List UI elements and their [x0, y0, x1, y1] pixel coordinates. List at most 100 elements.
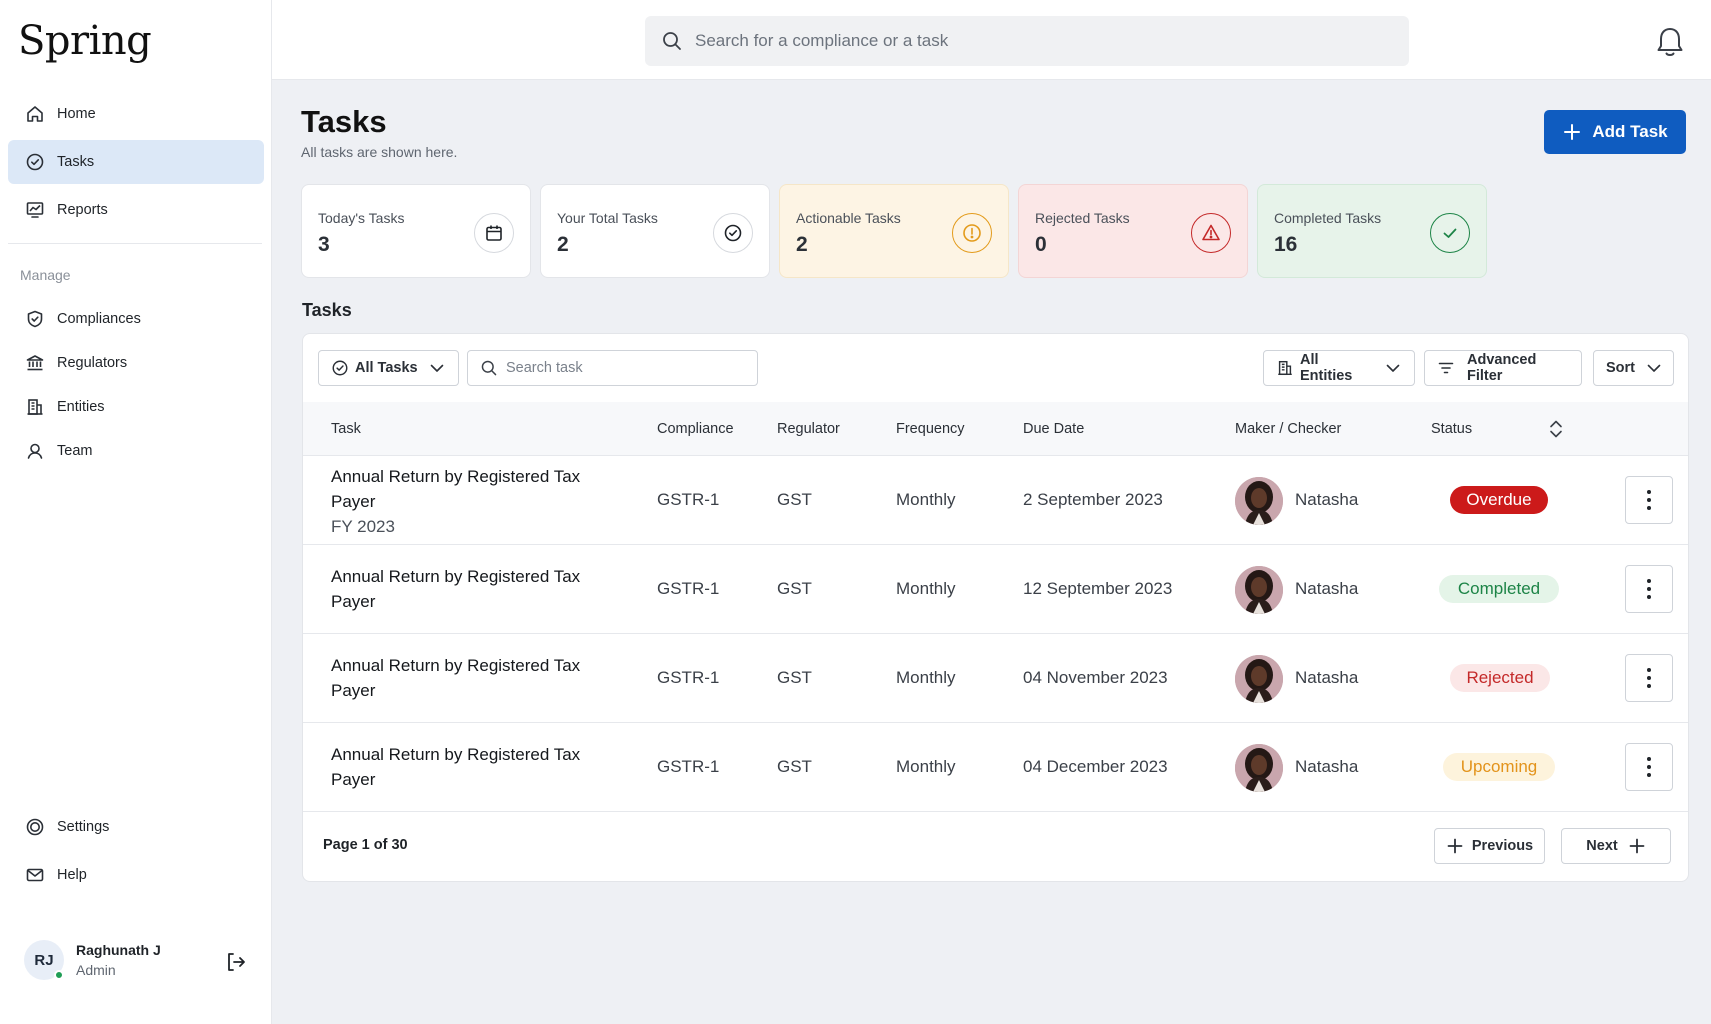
sidebar-item-settings[interactable]: Settings	[8, 805, 264, 849]
row-actions-button[interactable]	[1625, 654, 1673, 702]
stat-label: Rejected Tasks	[1035, 210, 1130, 226]
previous-page-button[interactable]: Previous	[1434, 828, 1545, 864]
sidebar-item-reports[interactable]: Reports	[8, 188, 264, 232]
sidebar-item-team[interactable]: Team	[8, 429, 264, 473]
compliance-cell: GSTR-1	[657, 579, 720, 598]
sidebar: Spring Home Tasks Reports Manage Complia…	[0, 0, 272, 1024]
frequency-cell: Monthly	[896, 490, 956, 509]
sidebar-item-tasks[interactable]: Tasks	[8, 140, 264, 184]
table-row[interactable]: Annual Return by Registered Tax Payer GS…	[303, 545, 1688, 634]
check-icon	[1430, 213, 1470, 253]
column-header-status[interactable]: Status	[1431, 421, 1472, 437]
all-entities-dropdown[interactable]: All Entities	[1263, 350, 1415, 386]
calendar-icon	[474, 213, 514, 253]
check-circle-icon	[713, 213, 753, 253]
user-profile: RJ Raghunath J Admin	[24, 940, 254, 984]
frequency-cell: Monthly	[896, 668, 956, 687]
page-title: Tasks	[301, 104, 387, 139]
column-header-task[interactable]: Task	[331, 421, 361, 437]
sidebar-item-entities[interactable]: Entities	[8, 385, 264, 429]
frequency-cell: Monthly	[896, 757, 956, 776]
sort-dropdown[interactable]: Sort	[1593, 350, 1674, 386]
compliance-cell: GSTR-1	[657, 757, 720, 776]
building-icon	[1276, 359, 1294, 377]
add-task-button[interactable]: Add Task	[1544, 110, 1686, 154]
more-vertical-icon	[1647, 757, 1651, 777]
advanced-filter-button[interactable]: Advanced Filter	[1424, 350, 1582, 386]
stat-card-total[interactable]: Your Total Tasks 2	[540, 184, 770, 278]
task-period: FY 2023	[331, 517, 395, 536]
stat-card-rejected[interactable]: Rejected Tasks 0	[1018, 184, 1248, 278]
next-label: Next	[1586, 838, 1618, 854]
sidebar-item-label: Team	[57, 443, 93, 459]
sidebar-item-label: Compliances	[57, 311, 141, 327]
sidebar-item-label: Tasks	[57, 154, 95, 170]
all-tasks-dropdown[interactable]: All Tasks	[318, 350, 459, 386]
task-title-line: Annual Return by Registered Tax	[331, 567, 581, 586]
column-header-frequency[interactable]: Frequency	[896, 421, 965, 437]
maker-name: Natasha	[1295, 490, 1359, 509]
task-search[interactable]	[467, 350, 758, 386]
chart-icon	[25, 200, 45, 220]
row-actions-button[interactable]	[1625, 743, 1673, 791]
chevron-down-icon	[1384, 359, 1402, 377]
stat-label: Completed Tasks	[1274, 210, 1382, 226]
task-title[interactable]: Annual Return by Registered Tax Payer	[331, 564, 621, 614]
avatar	[1235, 477, 1283, 525]
avatar	[1235, 744, 1283, 792]
tasks-section-title: Tasks	[302, 300, 352, 320]
sidebar-item-regulators[interactable]: Regulators	[8, 341, 264, 385]
column-header-due-date[interactable]: Due Date	[1023, 421, 1084, 437]
maker-name: Natasha	[1295, 668, 1359, 687]
logout-icon[interactable]	[224, 950, 248, 974]
bell-icon[interactable]	[1653, 24, 1687, 60]
pagination-info: Page 1 of 30	[323, 837, 408, 853]
sidebar-item-help[interactable]: Help	[8, 853, 264, 897]
sidebar-item-label: Home	[57, 106, 96, 122]
previous-label: Previous	[1471, 838, 1534, 854]
maker-name: Natasha	[1295, 579, 1359, 598]
frequency-cell: Monthly	[896, 579, 956, 598]
app-logo[interactable]: Spring	[18, 18, 152, 64]
task-title-line: Annual Return by Registered Tax	[331, 467, 581, 486]
shield-check-icon	[25, 309, 45, 329]
column-header-compliance[interactable]: Compliance	[657, 421, 734, 437]
stat-value: 2	[796, 233, 808, 256]
task-title[interactable]: Annual Return by Registered Tax Payer	[331, 742, 621, 792]
stat-value: 0	[1035, 233, 1047, 256]
compliance-cell: GSTR-1	[657, 668, 720, 687]
column-header-regulator[interactable]: Regulator	[777, 421, 840, 437]
stat-card-actionable[interactable]: Actionable Tasks 2	[779, 184, 1009, 278]
row-actions-button[interactable]	[1625, 565, 1673, 613]
task-search-input[interactable]	[506, 360, 746, 376]
search-icon	[480, 359, 498, 377]
global-search[interactable]	[645, 16, 1409, 66]
due-date-cell: 04 December 2023	[1023, 757, 1168, 776]
user-name: Raghunath J	[76, 942, 161, 958]
table-row[interactable]: Annual Return by Registered Tax Payer FY…	[303, 456, 1688, 545]
all-entities-label: All Entities	[1300, 352, 1353, 384]
sort-toggle-icon[interactable]	[1546, 418, 1566, 440]
row-actions-button[interactable]	[1625, 476, 1673, 524]
table-header: Task Compliance Regulator Frequency Due …	[303, 402, 1688, 456]
sort-label: Sort	[1606, 360, 1635, 376]
sidebar-item-label: Settings	[57, 819, 110, 835]
task-title[interactable]: Annual Return by Registered Tax Payer FY…	[331, 464, 621, 539]
table-row[interactable]: Annual Return by Registered Tax Payer GS…	[303, 723, 1688, 812]
home-icon	[25, 104, 45, 124]
task-title[interactable]: Annual Return by Registered Tax Payer	[331, 653, 621, 703]
next-page-button[interactable]: Next	[1561, 828, 1671, 864]
table-row[interactable]: Annual Return by Registered Tax Payer GS…	[303, 634, 1688, 723]
sidebar-item-label: Help	[57, 867, 87, 883]
manage-section-label: Manage	[20, 267, 71, 283]
global-search-input[interactable]	[695, 31, 1375, 51]
status-badge: Completed	[1439, 575, 1559, 603]
sidebar-item-compliances[interactable]: Compliances	[8, 297, 264, 341]
stat-card-completed[interactable]: Completed Tasks 16	[1257, 184, 1487, 278]
online-status-dot	[54, 970, 64, 980]
stat-card-today[interactable]: Today's Tasks 3	[301, 184, 531, 278]
regulator-cell: GST	[777, 668, 812, 687]
column-header-maker-checker[interactable]: Maker / Checker	[1235, 421, 1341, 437]
sidebar-item-home[interactable]: Home	[8, 92, 264, 136]
task-title-line: Payer	[331, 681, 376, 700]
